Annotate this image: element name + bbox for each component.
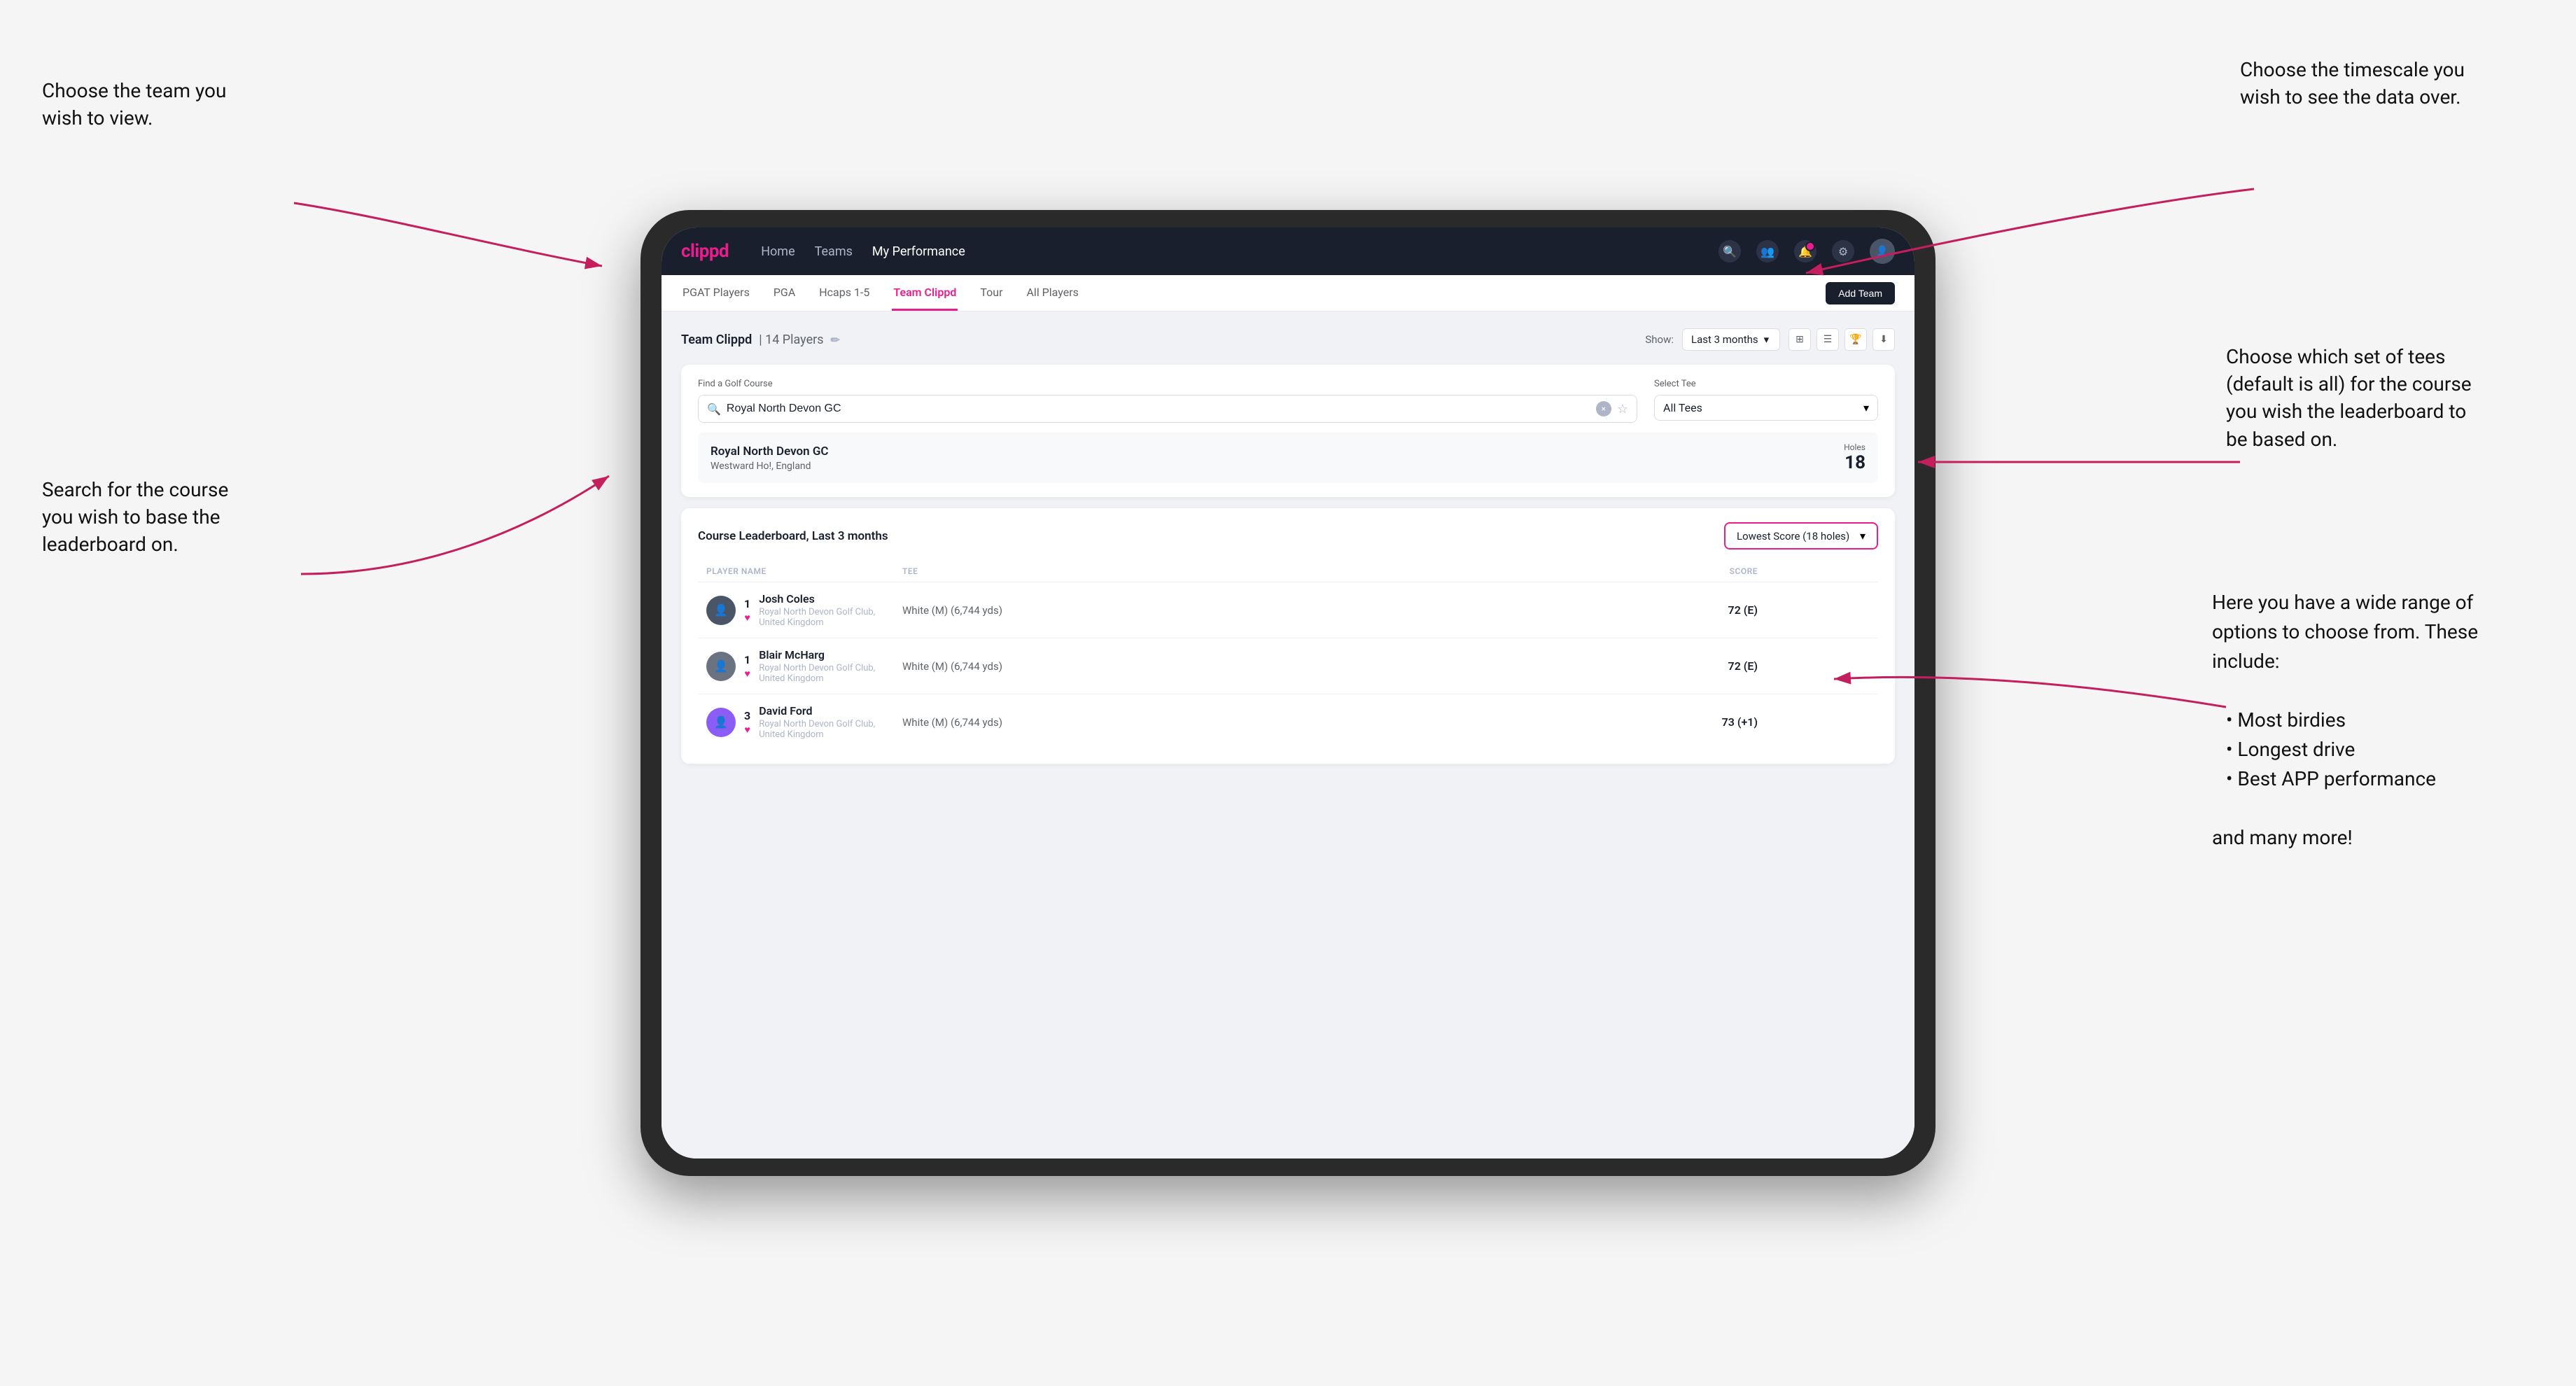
nav-teams[interactable]: Teams xyxy=(815,244,853,259)
leaderboard-title: Course Leaderboard, Last 3 months xyxy=(698,529,888,543)
rank-heart-2: 1 ♥ xyxy=(744,653,750,680)
player-details-1: Josh Coles Royal North Devon Golf Club, … xyxy=(759,592,902,628)
tee-value: All Tees xyxy=(1663,401,1702,414)
filter-chevron-icon: ▾ xyxy=(1860,529,1865,542)
subnav-hcaps[interactable]: Hcaps 1-5 xyxy=(818,275,871,311)
tee-cell-3: White (M) (6,744 yds) xyxy=(902,716,1576,729)
annotation-bottomright: Here you have a wide range of options to… xyxy=(2212,588,2534,853)
team-count: | 14 Players xyxy=(759,332,823,347)
filter-label: Lowest Score (18 holes) xyxy=(1737,530,1849,542)
edit-icon[interactable]: ✏ xyxy=(831,333,840,346)
course-info: Royal North Devon GC Westward Ho!, Engla… xyxy=(710,444,829,472)
nav-icons: 🔍 👥 🔔 ⚙ 👤 xyxy=(1718,239,1895,264)
leaderboard-table: PLAYER NAME TEE SCORE 👤 1 ♥ xyxy=(698,561,1878,750)
course-location: Westward Ho!, England xyxy=(710,461,829,472)
people-icon[interactable]: 👥 xyxy=(1756,240,1779,262)
sub-navbar: PGAT Players PGA Hcaps 1-5 Team Clippd T… xyxy=(662,275,1914,312)
dropdown-chevron-icon: ▾ xyxy=(1764,333,1770,346)
course-result: Royal North Devon GC Westward Ho!, Engla… xyxy=(698,433,1878,483)
tee-chevron-icon: ▾ xyxy=(1863,401,1869,414)
nav-links: Home Teams My Performance xyxy=(761,244,1693,259)
leaderboard-section: Course Leaderboard, Last 3 months Lowest… xyxy=(681,508,1895,764)
holes-number: 18 xyxy=(1844,452,1865,473)
show-label: Show: xyxy=(1645,333,1674,346)
player-cell-3: 👤 3 ♥ David Ford Royal North Devon Golf … xyxy=(706,704,902,740)
table-row[interactable]: 👤 3 ♥ David Ford Royal North Devon Golf … xyxy=(698,694,1878,750)
course-name: Royal North Devon GC xyxy=(710,444,829,458)
heart-icon-2: ♥ xyxy=(744,668,750,680)
player-avatar-3: 👤 xyxy=(706,708,736,737)
holes-label: Holes xyxy=(1844,442,1865,452)
subnav-pga[interactable]: PGA xyxy=(772,275,797,311)
search-icon: 🔍 xyxy=(707,402,721,416)
score-cell-3: 73 (+1) xyxy=(1576,715,1758,729)
team-controls: Show: Last 3 months ▾ ⊞ ☰ 🏆 ⬇ xyxy=(1645,328,1895,351)
annotation-bottomleft: Search for the course you wish to base t… xyxy=(42,476,294,559)
search-tee-section: Find a Golf Course 🔍 × ☆ Select Tee All … xyxy=(681,365,1895,497)
score-cell-2: 72 (E) xyxy=(1576,659,1758,673)
search-label: Find a Golf Course xyxy=(698,379,1637,389)
player-avatar-2: 👤 xyxy=(706,652,736,681)
subnav-teamclippd[interactable]: Team Clippd xyxy=(892,275,958,311)
trophy-icon[interactable]: 🏆 xyxy=(1844,328,1867,351)
add-team-button[interactable]: Add Team xyxy=(1826,282,1895,304)
subnav-allplayers[interactable]: All Players xyxy=(1025,275,1079,311)
search-icon[interactable]: 🔍 xyxy=(1718,240,1741,262)
score-cell-1: 72 (E) xyxy=(1576,603,1758,617)
tee-group: Select Tee All Tees ▾ xyxy=(1654,379,1878,423)
download-icon[interactable]: ⬇ xyxy=(1872,328,1895,351)
player-cell-1: 👤 1 ♥ Josh Coles Royal North Devon Golf … xyxy=(706,592,902,628)
player-details-3: David Ford Royal North Devon Golf Club, … xyxy=(759,704,902,740)
tee-cell-2: White (M) (6,744 yds) xyxy=(902,660,1576,673)
annotation-middleright: Choose which set of tees (default is all… xyxy=(2226,343,2534,453)
table-row[interactable]: 👤 1 ♥ Blair McHarg Royal North Devon Gol… xyxy=(698,638,1878,694)
ipad-screen: clippd Home Teams My Performance 🔍 👥 🔔 ⚙… xyxy=(662,227,1914,1158)
settings-icon[interactable]: ⚙ xyxy=(1832,240,1854,262)
app-navbar: clippd Home Teams My Performance 🔍 👥 🔔 ⚙… xyxy=(662,227,1914,275)
content-area: Team Clippd | 14 Players ✏ Show: Last 3 … xyxy=(662,312,1914,1158)
heart-icon-3: ♥ xyxy=(744,724,750,736)
table-header: PLAYER NAME TEE SCORE xyxy=(698,561,1878,582)
player-details-2: Blair McHarg Royal North Devon Golf Club… xyxy=(759,648,902,684)
search-input[interactable] xyxy=(727,402,1590,415)
player-cell-2: 👤 1 ♥ Blair McHarg Royal North Devon Gol… xyxy=(706,648,902,684)
rank-heart-1: 1 ♥ xyxy=(744,597,750,624)
subnav-tour[interactable]: Tour xyxy=(979,275,1004,311)
star-icon[interactable]: ☆ xyxy=(1617,402,1628,416)
app-logo: clippd xyxy=(681,241,729,262)
tee-cell-1: White (M) (6,744 yds) xyxy=(902,604,1576,617)
player-avatar-1: 👤 xyxy=(706,596,736,625)
heart-icon-1: ♥ xyxy=(744,612,750,624)
subnav-pgat[interactable]: PGAT Players xyxy=(681,275,751,311)
leaderboard-filter-dropdown[interactable]: Lowest Score (18 holes) ▾ xyxy=(1724,522,1878,550)
annotation-topleft: Choose the team you wish to view. xyxy=(42,77,280,132)
team-header: Team Clippd | 14 Players ✏ Show: Last 3 … xyxy=(681,328,1895,351)
nav-myperformance[interactable]: My Performance xyxy=(872,244,965,259)
rank-heart-3: 3 ♥ xyxy=(744,709,750,736)
clear-search-button[interactable]: × xyxy=(1596,401,1611,416)
grid-view-button[interactable]: ⊞ xyxy=(1788,328,1811,351)
ipad-device: clippd Home Teams My Performance 🔍 👥 🔔 ⚙… xyxy=(640,210,1935,1176)
tee-label: Select Tee xyxy=(1654,379,1878,389)
team-title: Team Clippd | 14 Players ✏ xyxy=(681,332,840,347)
search-input-wrap: 🔍 × ☆ xyxy=(698,395,1637,423)
user-avatar[interactable]: 👤 xyxy=(1870,239,1895,264)
tee-select-dropdown[interactable]: All Tees ▾ xyxy=(1654,395,1878,421)
view-icons: ⊞ ☰ 🏆 ⬇ xyxy=(1788,328,1895,351)
show-dropdown[interactable]: Last 3 months ▾ xyxy=(1682,328,1780,351)
col-score: SCORE xyxy=(1576,566,1758,576)
bell-icon[interactable]: 🔔 xyxy=(1794,240,1816,262)
col-player: PLAYER NAME xyxy=(706,566,902,576)
search-row: Find a Golf Course 🔍 × ☆ Select Tee All … xyxy=(698,379,1878,423)
list-view-button[interactable]: ☰ xyxy=(1816,328,1839,351)
nav-home[interactable]: Home xyxy=(761,244,794,259)
search-group: Find a Golf Course 🔍 × ☆ xyxy=(698,379,1637,423)
annotation-topright: Choose the timescale you wish to see the… xyxy=(2240,56,2534,111)
col-tee: TEE xyxy=(902,566,1576,576)
leaderboard-header: Course Leaderboard, Last 3 months Lowest… xyxy=(698,522,1878,550)
course-holes: Holes 18 xyxy=(1844,442,1865,473)
table-row[interactable]: 👤 1 ♥ Josh Coles Royal North Devon Golf … xyxy=(698,582,1878,638)
